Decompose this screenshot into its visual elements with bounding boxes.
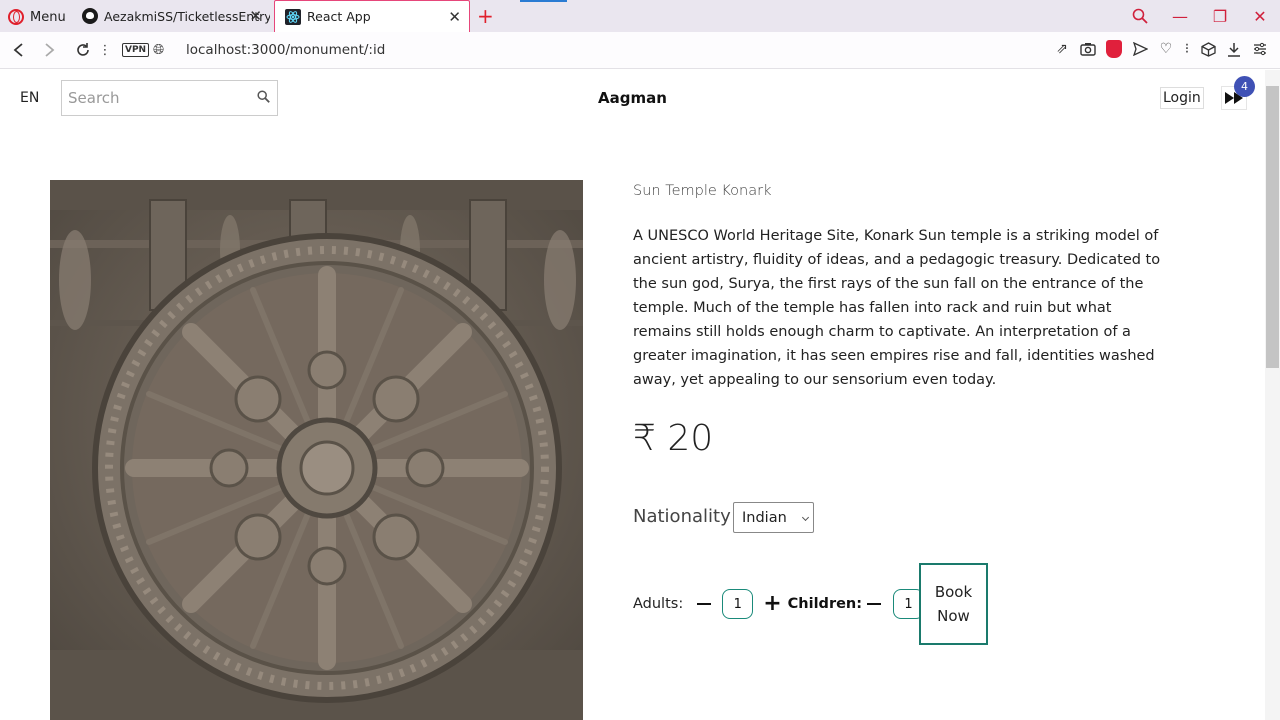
adults-label: Adults: xyxy=(633,596,684,612)
more-dots-icon[interactable]: ⋮ xyxy=(94,39,116,61)
close-icon[interactable]: ✕ xyxy=(249,8,262,24)
nationality-value: Indian xyxy=(742,509,787,526)
konark-wheel-illustration xyxy=(50,180,583,720)
adults-count: 1 xyxy=(722,589,754,619)
restore-icon[interactable]: ❐ xyxy=(1200,0,1240,32)
minimize-icon[interactable]: — xyxy=(1160,0,1200,32)
camera-icon[interactable] xyxy=(1080,40,1096,58)
search-tabs-icon[interactable] xyxy=(1120,0,1160,32)
new-tab-plus-icon[interactable]: + xyxy=(477,4,494,28)
address-bar-icons: ⇗ ♡ ⁝ xyxy=(1054,40,1268,58)
url-field[interactable]: localhost:3000/monument/:id xyxy=(186,42,385,58)
tab-title: React App xyxy=(307,9,371,24)
opera-icon xyxy=(8,9,24,25)
share-icon[interactable]: ⇗ xyxy=(1054,40,1070,58)
children-label: Children: xyxy=(787,596,863,612)
react-icon xyxy=(285,8,301,25)
adults-plus-button[interactable]: + xyxy=(763,593,781,615)
browser-tabbar: Menu AezakmiSS/TicketlessEntry ✕ React A… xyxy=(0,0,1280,32)
book-now-button[interactable]: Book Now xyxy=(919,563,988,645)
forward-icon[interactable] xyxy=(38,39,60,61)
monument-image xyxy=(50,180,583,720)
scrollbar-thumb[interactable] xyxy=(1266,86,1279,368)
browser-menu-label: Menu xyxy=(30,9,66,25)
nationality-label: Nationality xyxy=(633,506,731,527)
settings-sliders-icon[interactable] xyxy=(1252,40,1268,58)
close-window-icon[interactable]: ✕ xyxy=(1240,0,1280,32)
adults-minus-button[interactable] xyxy=(697,602,712,606)
vpn-badge[interactable]: VPN xyxy=(122,43,150,57)
tab-title: AezakmiSS/TicketlessEntry xyxy=(104,8,270,24)
tab-github[interactable]: AezakmiSS/TicketlessEntry ✕ xyxy=(72,0,270,32)
close-icon[interactable]: ✕ xyxy=(448,9,461,25)
tab-react-app[interactable]: React App ✕ xyxy=(274,0,470,32)
globe-icon: 🌐︎ xyxy=(153,42,165,58)
monument-description: A UNESCO World Heritage Site, Konark Sun… xyxy=(633,228,1161,388)
cube-icon[interactable] xyxy=(1200,40,1216,58)
children-minus-button[interactable] xyxy=(867,602,882,606)
chevron-down-icon xyxy=(801,513,810,522)
window-controls: — ❐ ✕ xyxy=(1120,0,1280,32)
login-button[interactable]: Login xyxy=(1160,87,1204,109)
monument-name: Sun Temple Konark xyxy=(633,183,772,199)
browser-menu-button[interactable]: Menu xyxy=(8,8,66,26)
reload-icon[interactable] xyxy=(72,39,94,61)
nationality-select[interactable]: Indian xyxy=(733,502,814,533)
adblock-shield-icon[interactable] xyxy=(1106,40,1122,58)
back-icon[interactable] xyxy=(8,39,30,61)
divider-dots-icon: ⁝ xyxy=(1184,41,1190,57)
address-bar: ⋮ VPN 🌐︎ localhost:3000/monument/:id ⇗ ♡… xyxy=(0,32,1280,69)
brand-title[interactable]: Aagman xyxy=(0,89,1265,107)
send-icon[interactable] xyxy=(1132,40,1148,58)
ticket-price: ₹ 20 xyxy=(633,418,714,459)
tab-drag-indicator xyxy=(520,0,567,2)
cart-count-badge: 4 xyxy=(1234,76,1255,97)
heart-icon[interactable]: ♡ xyxy=(1158,40,1174,58)
download-icon[interactable] xyxy=(1226,40,1242,58)
github-icon xyxy=(82,8,98,24)
ticket-counter-row: Adults: 1 + Children: 1 + xyxy=(633,589,951,619)
